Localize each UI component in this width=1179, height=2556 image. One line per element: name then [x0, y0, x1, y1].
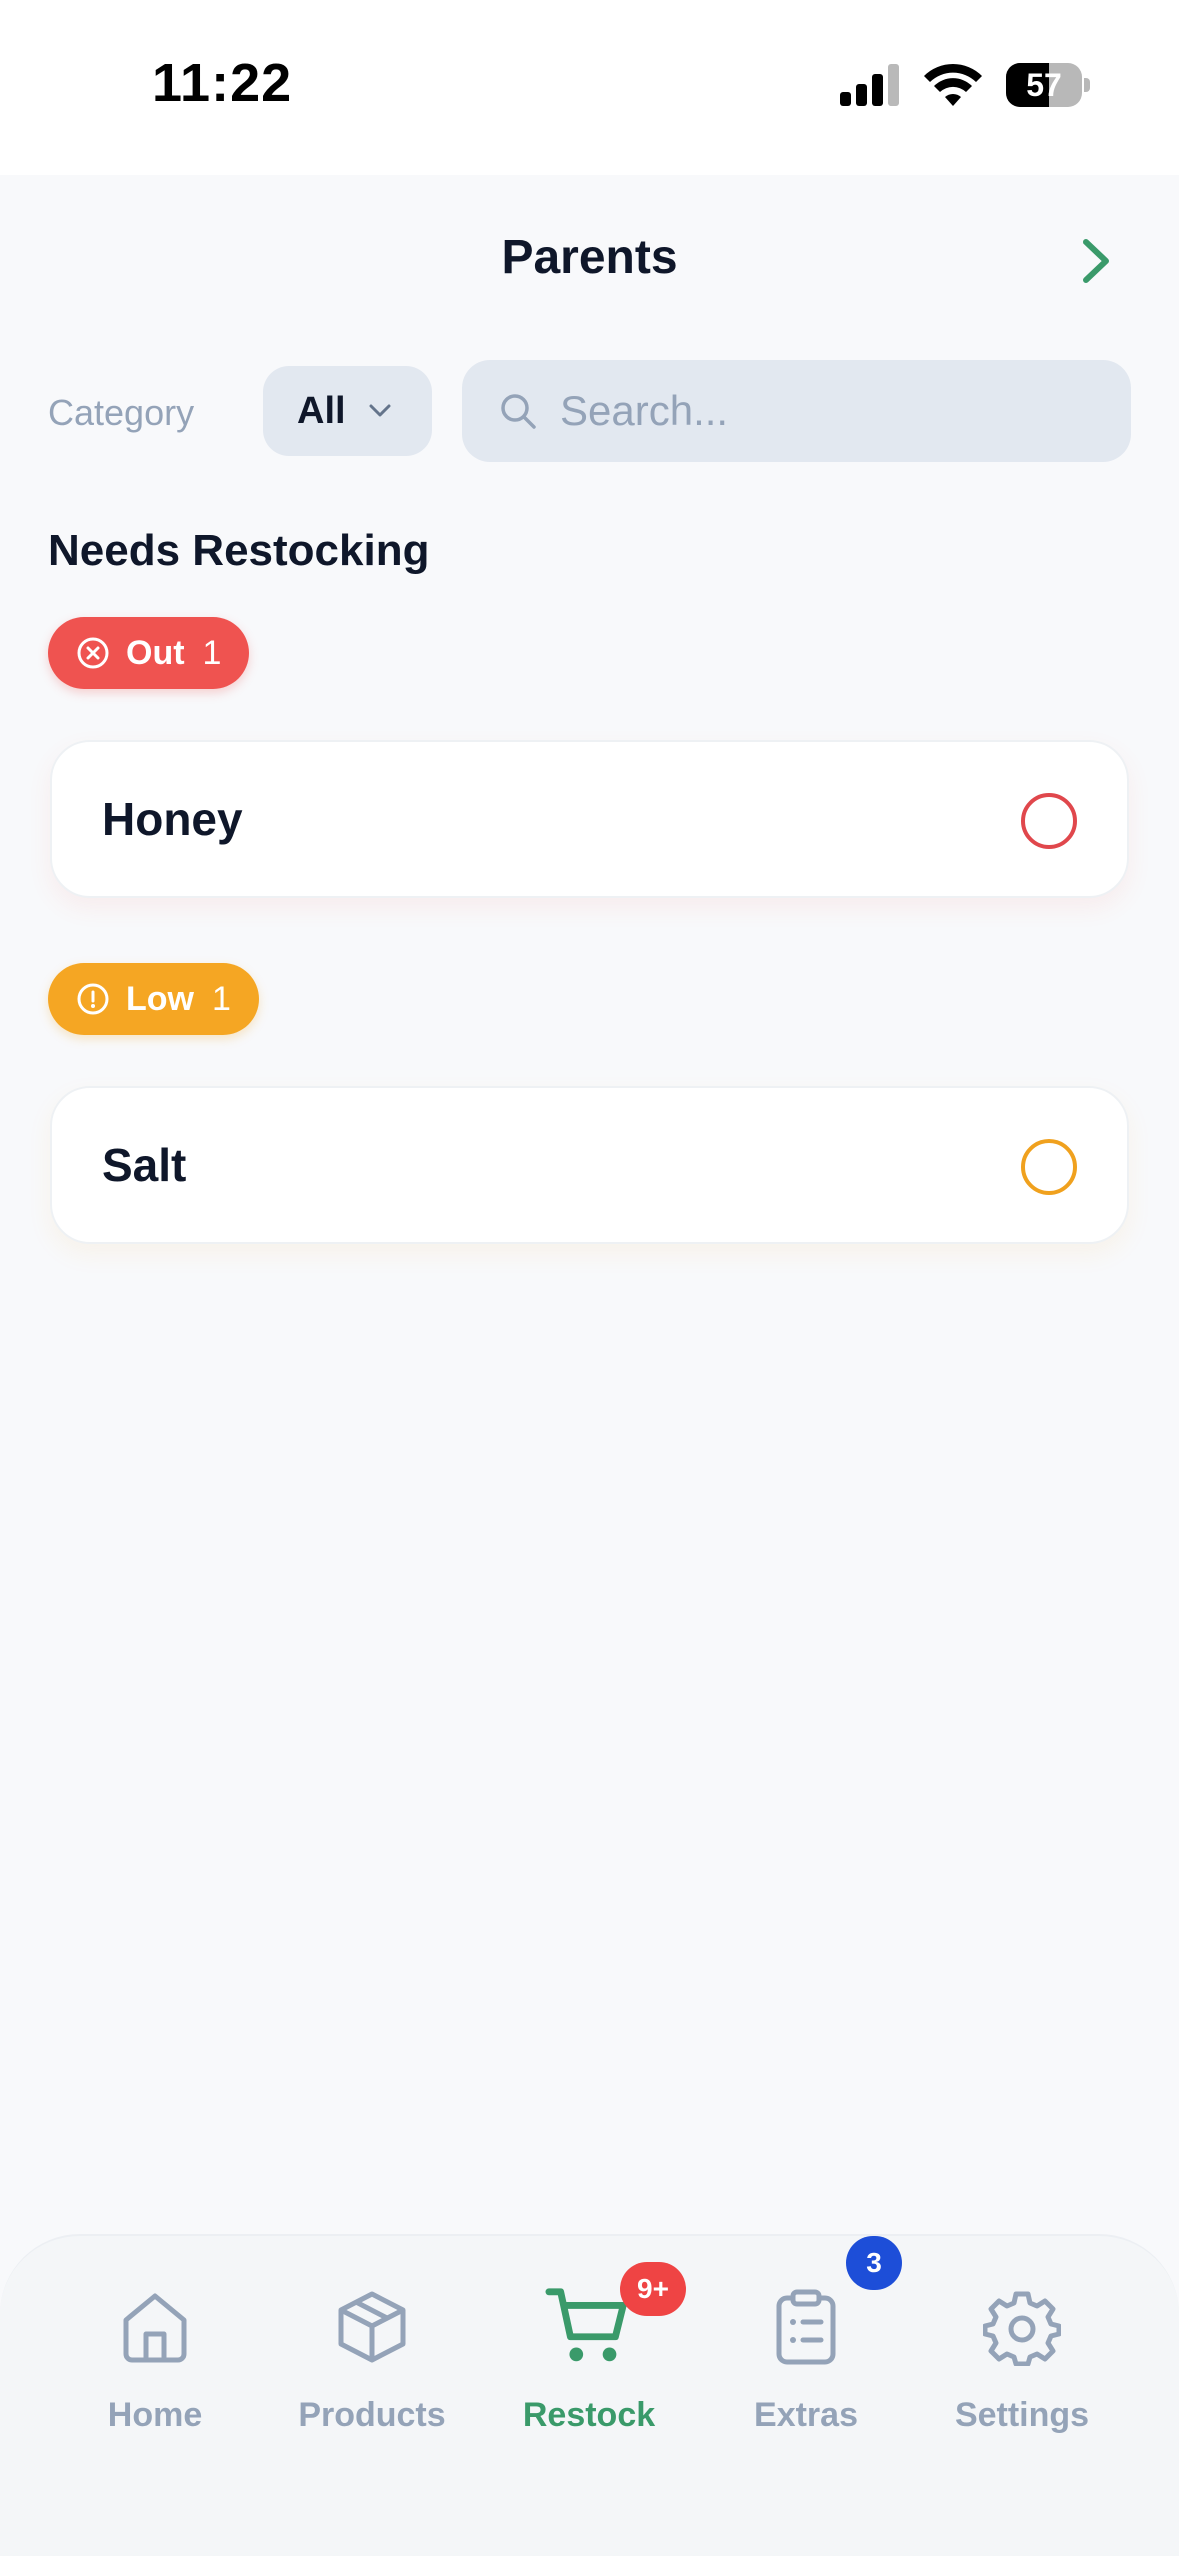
nav-item-products[interactable]: Products	[262, 2288, 482, 2488]
status-badge-low[interactable]: Low 1	[48, 963, 259, 1035]
status-icons: 57	[840, 60, 1090, 110]
nav-label: Extras	[754, 2396, 858, 2434]
alert-circle-icon	[77, 983, 109, 1015]
bottom-nav: Home Products Restock 9+ Extras 3 Settin…	[0, 2234, 1179, 2556]
nav-label: Home	[107, 2396, 203, 2434]
clipboard-list-icon	[776, 2289, 836, 2365]
badge-count: 1	[211, 979, 231, 1018]
nav-label: Settings	[954, 2396, 1090, 2434]
nav-label: Products	[298, 2396, 446, 2434]
status-badge-out[interactable]: Out 1	[48, 617, 250, 689]
nav-item-home[interactable]: Home	[45, 2288, 265, 2488]
category-label: Category	[48, 392, 195, 433]
category-select[interactable]: All	[263, 366, 432, 456]
search-input[interactable]	[560, 387, 1080, 435]
nav-item-extras[interactable]: Extras	[696, 2288, 916, 2488]
cellular-signal-icon	[840, 64, 902, 106]
badge-count: 1	[202, 633, 222, 672]
nav-item-restock[interactable]: Restock	[479, 2288, 699, 2488]
item-checkbox[interactable]	[1021, 793, 1077, 849]
chevron-right-icon[interactable]	[1076, 236, 1116, 286]
notification-badge: 9+	[620, 2262, 686, 2316]
badge-label: Out	[126, 633, 185, 672]
item-checkbox[interactable]	[1021, 1139, 1077, 1195]
nav-item-settings[interactable]: Settings	[912, 2288, 1132, 2488]
page-title: Parents	[501, 231, 678, 284]
x-circle-icon	[77, 637, 109, 669]
section-title: Needs Restocking	[48, 526, 430, 575]
battery-percent: 57	[1026, 66, 1062, 103]
chevron-down-icon	[369, 404, 391, 417]
gear-icon	[983, 2291, 1061, 2366]
item-name: Salt	[102, 1139, 187, 1191]
battery-icon: 57	[1006, 63, 1090, 107]
nav-label: Restock	[522, 2396, 656, 2434]
home-icon	[123, 2293, 187, 2363]
list-item[interactable]: Honey	[50, 740, 1129, 898]
category-value: All	[297, 389, 346, 432]
restock-screen: 11:22 57 Parents Category All Search... …	[0, 0, 1179, 2556]
search-icon	[501, 394, 536, 429]
notification-badge: 3	[846, 2236, 902, 2290]
list-item[interactable]: Salt	[50, 1086, 1129, 1244]
status-time: 11:22	[152, 53, 293, 113]
search-box[interactable]	[462, 360, 1131, 462]
item-name: Honey	[102, 793, 243, 845]
package-icon	[338, 2291, 406, 2363]
wifi-icon	[924, 63, 982, 106]
status-bar: 11:22 57	[0, 0, 1179, 175]
badge-label: Low	[126, 979, 194, 1018]
